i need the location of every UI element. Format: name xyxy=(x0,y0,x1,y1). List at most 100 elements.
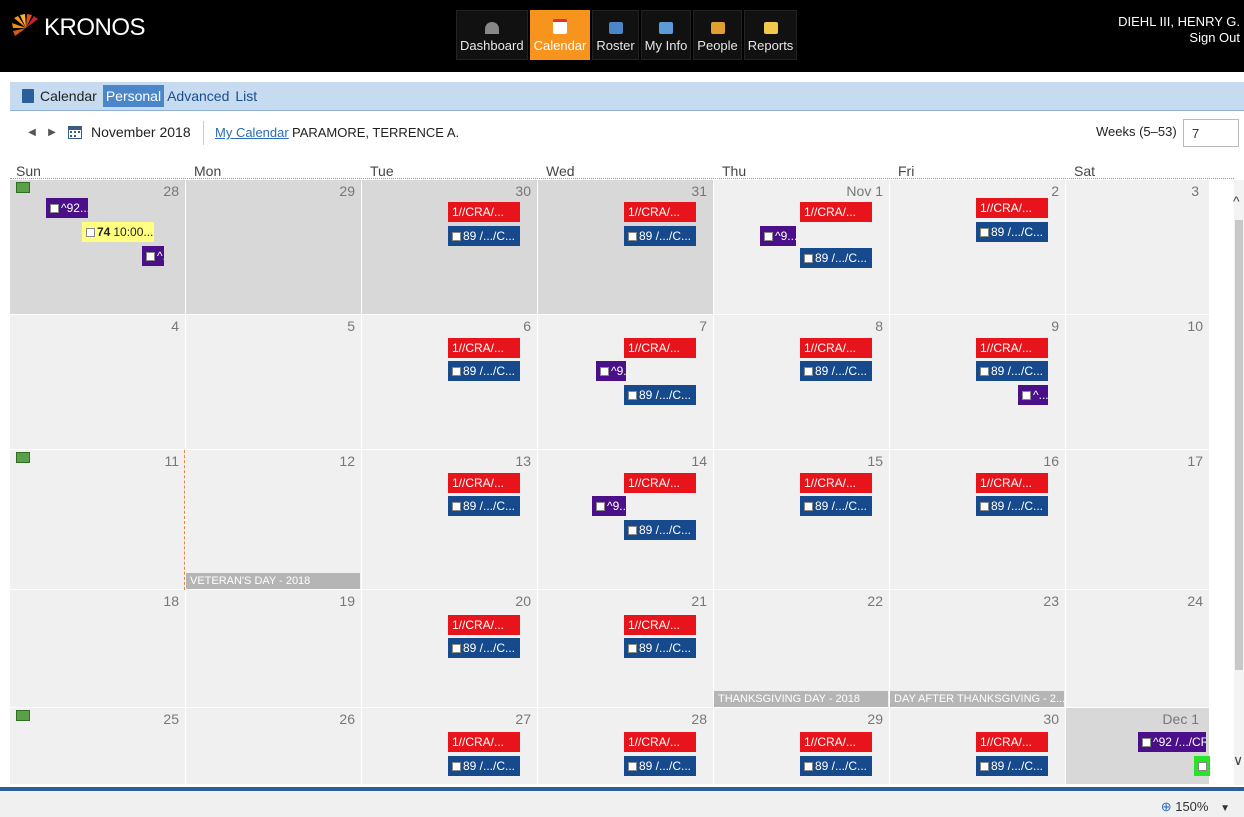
event-chip[interactable]: 1//CRA/... xyxy=(624,202,696,222)
vertical-scrollbar[interactable] xyxy=(1234,180,1244,785)
day-cell[interactable]: 23 DAY AFTER THANKSGIVING - 2... xyxy=(890,590,1066,708)
day-cell[interactable]: 15 1//CRA/... 89 /.../C... xyxy=(714,450,890,590)
event-chip[interactable]: 1//CRA/... xyxy=(800,338,872,358)
event-chip[interactable]: ^... xyxy=(142,246,164,266)
event-chip[interactable]: 1//CRA/... xyxy=(624,338,696,358)
tab-list[interactable]: List xyxy=(232,85,260,107)
event-chip[interactable]: 1//CRA/... xyxy=(448,732,520,752)
event-chip[interactable]: 89 /.../C... xyxy=(624,226,696,246)
event-chip[interactable]: 89 /.../C... xyxy=(800,756,872,776)
nav-roster[interactable]: Roster xyxy=(592,10,639,60)
event-chip[interactable]: 1//CRA/... xyxy=(448,338,520,358)
tab-advanced[interactable]: Advanced xyxy=(164,85,232,107)
nav-calendar[interactable]: Calendar xyxy=(529,10,591,60)
day-cell[interactable]: 14 1//CRA/...^9... 89 /.../C... xyxy=(538,450,714,590)
day-cell[interactable]: 8 1//CRA/... 89 /.../C... xyxy=(714,315,890,450)
nav-dashboard[interactable]: Dashboard xyxy=(456,10,528,60)
event-chip[interactable]: 89 /.../C... xyxy=(800,361,872,381)
event-chip[interactable]: ^92... xyxy=(46,198,88,218)
event-chip-green[interactable]: 5. xyxy=(1194,756,1210,776)
day-cell[interactable]: 9 1//CRA/... 89 /.../C... ^... xyxy=(890,315,1066,450)
day-cell[interactable]: 29 xyxy=(186,180,362,315)
scrollbar-thumb[interactable] xyxy=(1235,220,1243,670)
day-cell[interactable]: 30 1//CRA/... 89 /.../C... xyxy=(890,708,1066,785)
tab-personal[interactable]: Personal xyxy=(102,85,165,107)
day-cell[interactable]: 13 1//CRA/... 89 /.../C... xyxy=(362,450,538,590)
event-chip[interactable]: ^9... xyxy=(596,361,626,381)
day-cell[interactable]: 16 1//CRA/... 89 /.../C... xyxy=(890,450,1066,590)
event-chip[interactable]: 89 /.../C... xyxy=(448,638,520,658)
event-chip[interactable]: 89 /.../C... xyxy=(976,756,1048,776)
event-chip[interactable]: 1//CRA/... xyxy=(800,732,872,752)
event-chip-yellow[interactable]: 74 10:00... xyxy=(82,222,154,242)
day-cell[interactable]: 28 1//CRA/... 89 /.../C... xyxy=(538,708,714,785)
event-chip[interactable]: ^9... xyxy=(760,226,796,246)
day-cell[interactable]: 19 xyxy=(186,590,362,708)
nav-people[interactable]: People xyxy=(693,10,742,60)
day-cell[interactable]: 7 1//CRA/...^9... 89 /.../C... xyxy=(538,315,714,450)
kronos-logo[interactable]: KRONOS xyxy=(12,14,146,42)
day-cell[interactable]: 21 1//CRA/... 89 /.../C... xyxy=(538,590,714,708)
day-cell[interactable]: 12 VETERAN'S DAY - 2018 xyxy=(186,450,362,590)
event-chip[interactable]: ^9... xyxy=(592,496,626,516)
event-chip[interactable]: 89 /.../C... xyxy=(624,520,696,540)
event-chip[interactable]: 1//CRA/... xyxy=(448,473,520,493)
day-cell[interactable]: 5 xyxy=(186,315,362,450)
event-chip[interactable]: 89 /.../C... xyxy=(976,496,1048,516)
day-cell[interactable]: 10 xyxy=(1066,315,1210,450)
event-chip[interactable]: 89 /.../C... xyxy=(448,756,520,776)
event-chip[interactable]: 89 /.../C... xyxy=(624,385,696,405)
day-cell[interactable]: 30 1//CRA/... 89 /.../C... xyxy=(362,180,538,315)
day-cell[interactable]: 4 xyxy=(10,315,186,450)
event-chip[interactable]: 1//CRA/... xyxy=(800,473,872,493)
day-cell[interactable]: Nov 1 1//CRA/... ^9... 89 /.../C... xyxy=(714,180,890,315)
day-cell[interactable]: 20 1//CRA/... 89 /.../C... xyxy=(362,590,538,708)
scroll-up-icon[interactable]: ^ xyxy=(1233,193,1240,209)
event-chip[interactable]: 89 /.../C... xyxy=(624,638,696,658)
day-cell[interactable]: 25 xyxy=(10,708,186,785)
event-chip[interactable]: 89 /.../C... xyxy=(976,361,1048,381)
day-cell[interactable]: 31 1//CRA/... 89 /.../C... xyxy=(538,180,714,315)
day-cell[interactable]: 22 THANKSGIVING DAY - 2018 xyxy=(714,590,890,708)
day-cell[interactable]: 26 xyxy=(186,708,362,785)
event-chip[interactable]: 89 /.../C... xyxy=(448,496,520,516)
zoom-control[interactable]: ⊕ 150% ▼ xyxy=(1161,799,1230,815)
day-cell[interactable]: 6 1//CRA/... 89 /.../C... xyxy=(362,315,538,450)
nav-myinfo[interactable]: My Info xyxy=(640,10,692,60)
event-chip[interactable]: 89 /.../C... xyxy=(800,496,872,516)
day-cell[interactable]: 2 1//CRA/... 89 /.../C... xyxy=(890,180,1066,315)
calendar-picker-icon[interactable] xyxy=(68,125,82,139)
event-chip[interactable]: 1//CRA/... xyxy=(624,732,696,752)
event-chip[interactable]: 1//CRA/... xyxy=(448,615,520,635)
event-chip[interactable]: 1//CRA/... xyxy=(976,338,1048,358)
event-chip[interactable]: 1//CRA/... xyxy=(976,198,1048,218)
day-cell[interactable]: 29 1//CRA/... 89 /.../C... xyxy=(714,708,890,785)
day-cell[interactable]: 27 1//CRA/... 89 /.../C... xyxy=(362,708,538,785)
day-cell[interactable]: 11 xyxy=(10,450,186,590)
day-cell[interactable]: 24 xyxy=(1066,590,1210,708)
day-cell[interactable]: Dec 1 ^92 /.../CR...5. xyxy=(1066,708,1210,785)
event-chip[interactable]: 89 /.../C... xyxy=(976,222,1048,242)
my-calendar-link[interactable]: My Calendar xyxy=(215,125,289,140)
event-chip[interactable]: 1//CRA/... xyxy=(976,732,1048,752)
event-chip[interactable]: 1//CRA/... xyxy=(624,615,696,635)
event-chip[interactable]: 89 /.../C... xyxy=(448,361,520,381)
next-arrow-icon[interactable]: ▶ xyxy=(44,125,60,141)
event-chip[interactable]: 1//CRA/... xyxy=(624,473,696,493)
event-chip[interactable]: 89 /.../C... xyxy=(624,756,696,776)
day-cell[interactable]: 17 xyxy=(1066,450,1210,590)
event-chip[interactable]: ^92 /.../CR... xyxy=(1138,732,1206,752)
nav-reports[interactable]: Reports xyxy=(743,10,798,60)
weeks-input[interactable]: 7 xyxy=(1183,119,1239,147)
event-chip[interactable]: ^... xyxy=(1018,385,1048,405)
prev-arrow-icon[interactable]: ◀ xyxy=(24,125,40,141)
event-chip[interactable]: 89 /.../C... xyxy=(448,226,520,246)
event-chip[interactable]: 89 /.../C... xyxy=(800,248,872,268)
event-chip[interactable]: 1//CRA/... xyxy=(976,473,1048,493)
event-chip[interactable]: 1//CRA/... xyxy=(800,202,872,222)
day-cell[interactable]: 28^92...7410:00...^... xyxy=(10,180,186,315)
day-cell[interactable]: 3 xyxy=(1066,180,1210,315)
scroll-down-icon[interactable]: ∨ xyxy=(1233,752,1243,769)
sign-out-link[interactable]: Sign Out xyxy=(1118,30,1240,46)
event-chip[interactable]: 1//CRA/... xyxy=(448,202,520,222)
